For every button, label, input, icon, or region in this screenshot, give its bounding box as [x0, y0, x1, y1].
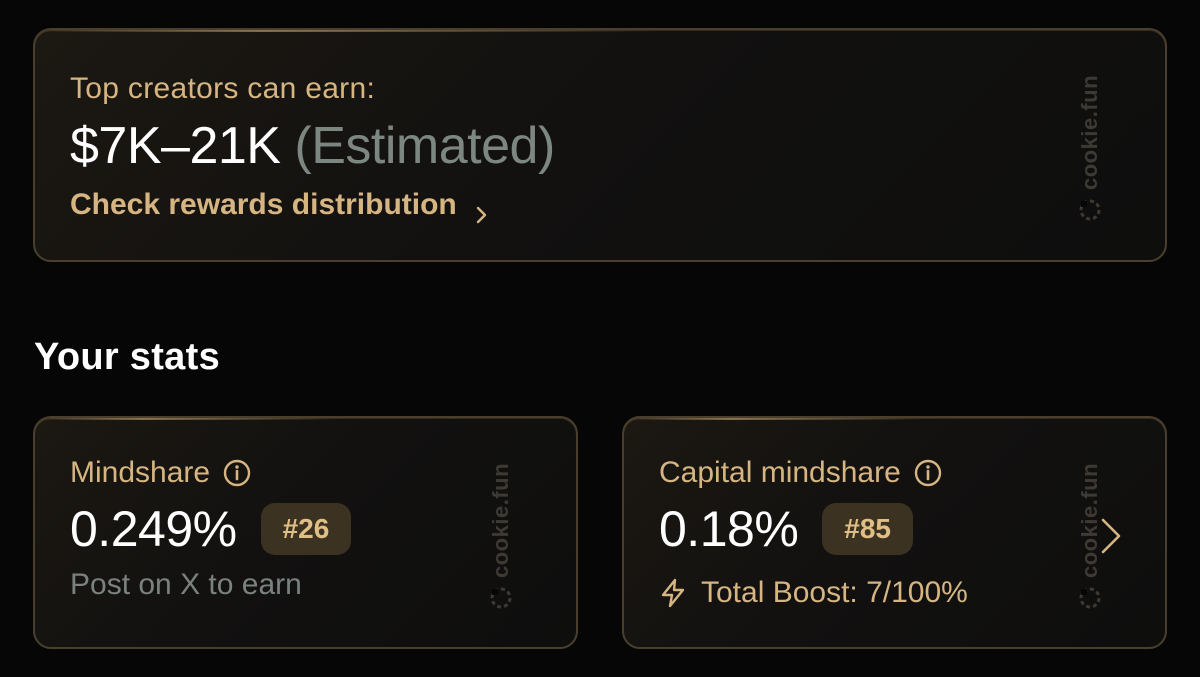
total-boost-label: Total Boost: 7/100%: [701, 576, 968, 609]
capital-mindshare-value: 0.18%: [659, 501, 799, 557]
capital-mindshare-label: Capital mindshare: [659, 456, 901, 489]
rewards-amount: $7K–21K (Estimated): [70, 116, 555, 176]
check-rewards-distribution-link[interactable]: Check rewards distribution: [70, 188, 489, 224]
your-stats-title: Your stats: [34, 336, 221, 378]
mindshare-label: Mindshare: [70, 456, 211, 489]
cookie-icon: [1078, 586, 1102, 610]
mindshare-value-row: 0.249% #26: [70, 500, 352, 558]
watermark-text: cookie.fun: [488, 462, 513, 578]
capital-mindshare-rank-badge: #85: [822, 503, 913, 555]
cookie-icon: [1078, 198, 1102, 222]
watermark-text: cookie.fun: [1077, 74, 1102, 190]
page: Top creators can earn: $7K–21K (Estimate…: [0, 0, 1200, 677]
rewards-estimated-label: (Estimated): [294, 117, 555, 175]
info-icon[interactable]: [913, 458, 943, 488]
cookie-fun-watermark: cookie.fun: [488, 463, 514, 610]
lightning-icon: [659, 578, 687, 608]
info-icon[interactable]: [222, 458, 252, 488]
rewards-label: Top creators can earn:: [70, 72, 376, 105]
cookie-fun-watermark: cookie.fun: [1077, 75, 1103, 222]
capital-mindshare-value-row: 0.18% #85: [659, 500, 913, 558]
mindshare-value: 0.249%: [70, 501, 237, 557]
rewards-amount-value: $7K–21K: [70, 117, 281, 175]
chevron-right-icon: [475, 198, 489, 224]
cookie-icon: [489, 586, 513, 610]
watermark-text: cookie.fun: [1077, 462, 1102, 578]
mindshare-label-row: Mindshare: [70, 456, 252, 490]
capital-mindshare-label-row: Capital mindshare: [659, 456, 943, 490]
check-rewards-label: Check rewards distribution: [70, 188, 457, 221]
mindshare-rank-badge: #26: [260, 503, 352, 555]
cookie-fun-watermark: cookie.fun: [1077, 463, 1103, 610]
rewards-card: Top creators can earn: $7K–21K (Estimate…: [33, 28, 1167, 262]
mindshare-hint: Post on X to earn: [70, 568, 302, 601]
total-boost-row: Total Boost: 7/100%: [659, 576, 968, 610]
